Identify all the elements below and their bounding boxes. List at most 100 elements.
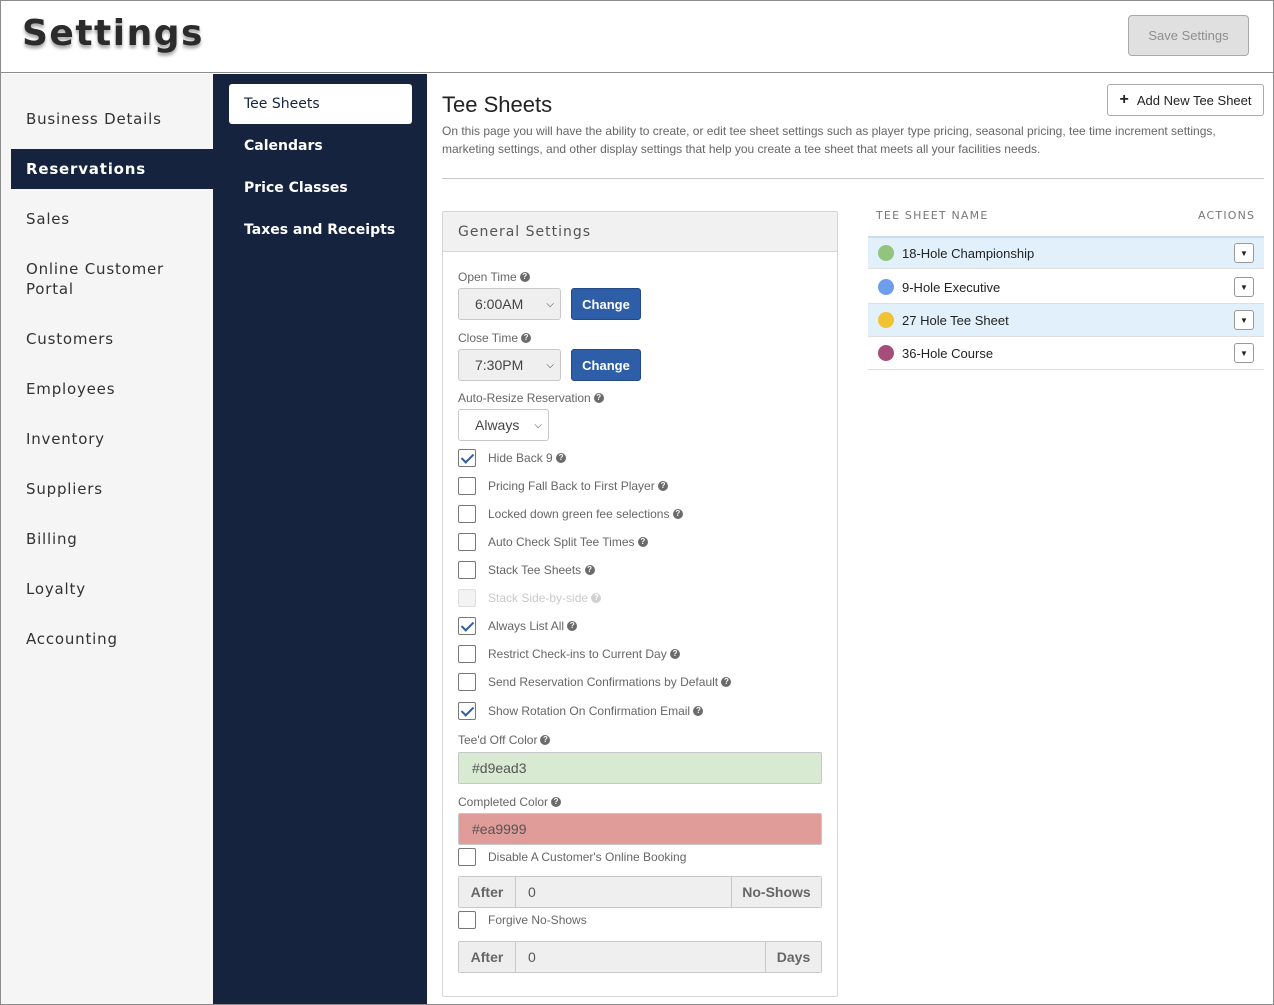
forgive-days-input[interactable]: 0: [516, 942, 765, 972]
sidebar-item-billing[interactable]: Billing: [11, 529, 214, 549]
help-icon[interactable]: ?: [670, 649, 681, 659]
checkbox-disable-online-booking[interactable]: Disable A Customer's Online Booking: [458, 848, 686, 866]
subnav-item-calendars[interactable]: Calendars: [229, 126, 412, 166]
help-icon[interactable]: ?: [567, 621, 578, 631]
checkbox-forgive-no-shows[interactable]: Forgive No-Shows: [458, 911, 587, 929]
checkbox-hide-back-9[interactable]: Hide Back 9 ?: [458, 449, 567, 467]
sidebar-item-sales[interactable]: Sales: [11, 209, 214, 229]
checkbox-stack-tee-sheets[interactable]: Stack Tee Sheets ?: [458, 561, 595, 579]
general-settings-heading: General Settings: [443, 212, 837, 252]
actions-dropdown-button[interactable]: ▼: [1234, 343, 1254, 363]
forgive-days-input-group: After 0 Days: [458, 941, 822, 973]
open-time-label: Open Time ?: [458, 270, 530, 284]
checkbox-locked-green-fee[interactable]: Locked down green fee selections ?: [458, 505, 683, 523]
sidebar-item-suppliers[interactable]: Suppliers: [11, 479, 214, 499]
sidebar-item-loyalty[interactable]: Loyalty: [11, 579, 214, 599]
checkbox[interactable]: [458, 911, 476, 929]
checkbox-label: Send Reservation Confirmations by Defaul…: [488, 675, 719, 689]
help-icon[interactable]: ?: [540, 735, 551, 745]
sidebar-item-business-details[interactable]: Business Details: [11, 109, 214, 129]
sidebar-item-employees[interactable]: Employees: [11, 379, 214, 399]
checkbox[interactable]: [458, 449, 476, 467]
add-new-tee-sheet-label: Add New Tee Sheet: [1136, 92, 1252, 108]
table-row[interactable]: 18-Hole Championship ▼: [868, 236, 1264, 269]
checkbox-stack-side-by-side: Stack Side-by-side ?: [458, 589, 602, 607]
chevron-down-icon: ⌵: [534, 419, 542, 431]
tee-sheet-name: 9-Hole Executive: [902, 279, 1001, 295]
help-icon[interactable]: ?: [521, 333, 532, 343]
help-icon[interactable]: ?: [637, 537, 648, 547]
help-icon[interactable]: ?: [551, 797, 562, 807]
sidebar-item-accounting[interactable]: Accounting: [11, 629, 214, 649]
section-description: On this page you will have the ability t…: [442, 124, 1216, 156]
help-icon: ?: [591, 593, 602, 603]
sidebar-item-customers[interactable]: Customers: [11, 329, 214, 349]
checkbox[interactable]: [458, 561, 476, 579]
help-icon[interactable]: ?: [672, 509, 683, 519]
table-row[interactable]: 9-Hole Executive ▼: [868, 271, 1264, 304]
actions-dropdown-button[interactable]: ▼: [1234, 243, 1254, 263]
checkbox-label: Show Rotation On Confirmation Email: [488, 704, 691, 718]
checkbox-always-list-all[interactable]: Always List All ?: [458, 617, 578, 635]
add-new-tee-sheet-button[interactable]: + Add New Tee Sheet: [1107, 84, 1264, 116]
actions-dropdown-button[interactable]: ▼: [1234, 310, 1254, 330]
table-header-name: TEE SHEET NAME: [876, 209, 989, 222]
checkbox[interactable]: [458, 848, 476, 866]
color-dot-icon: [878, 312, 894, 328]
forgive-days-suffix-addon: Days: [765, 942, 821, 972]
divider: [442, 178, 1264, 179]
help-icon[interactable]: ?: [556, 453, 567, 463]
subnav-item-price-classes[interactable]: Price Classes: [229, 168, 412, 208]
checkbox-label: Locked down green fee selections: [488, 507, 670, 521]
checkbox-send-confirmations[interactable]: Send Reservation Confirmations by Defaul…: [458, 673, 732, 691]
no-shows-suffix-addon: No-Shows: [731, 877, 821, 907]
caret-down-icon: ▼: [1240, 282, 1248, 292]
help-icon[interactable]: ?: [519, 272, 530, 282]
checkbox[interactable]: [458, 477, 476, 495]
table-header-actions: ACTIONS: [1198, 209, 1256, 222]
header-bar: Settings Save Settings: [1, 1, 1273, 73]
checkbox[interactable]: [458, 533, 476, 551]
close-time-label-text: Close Time: [458, 331, 519, 345]
no-shows-count-input[interactable]: 0: [516, 877, 731, 907]
actions-dropdown-button[interactable]: ▼: [1234, 277, 1254, 297]
tee-sheet-name: 36-Hole Course: [902, 345, 994, 361]
tee-sheet-name: 18-Hole Championship: [902, 245, 1035, 261]
sidebar-item-reservations[interactable]: Reservations: [11, 149, 214, 189]
table-row[interactable]: 36-Hole Course ▼: [868, 337, 1264, 370]
open-time-select[interactable]: 6:00AM ⌵: [458, 288, 561, 320]
subnav-item-taxes-and-receipts[interactable]: Taxes and Receipts: [229, 210, 412, 250]
section-title: Tee Sheets: [442, 92, 553, 117]
close-time-change-button[interactable]: Change: [571, 349, 641, 381]
close-time-select[interactable]: 7:30PM ⌵: [458, 349, 561, 381]
checkbox-pricing-fall-back[interactable]: Pricing Fall Back to First Player ?: [458, 477, 669, 495]
help-icon[interactable]: ?: [593, 393, 604, 403]
color-dot-icon: [878, 245, 894, 261]
table-row[interactable]: 27 Hole Tee Sheet ▼: [868, 304, 1264, 337]
help-icon[interactable]: ?: [658, 481, 669, 491]
checkbox[interactable]: [458, 645, 476, 663]
open-time-change-button[interactable]: Change: [571, 288, 641, 320]
sidebar-item-online-customer-portal[interactable]: Online Customer Portal: [11, 259, 201, 299]
save-settings-button[interactable]: Save Settings: [1128, 15, 1249, 56]
teed-off-color-input[interactable]: #d9ead3: [458, 752, 822, 784]
checkbox[interactable]: [458, 505, 476, 523]
sidebar-item-inventory[interactable]: Inventory: [11, 429, 214, 449]
color-dot-icon: [878, 345, 894, 361]
help-icon[interactable]: ?: [721, 677, 732, 687]
checkbox[interactable]: [458, 617, 476, 635]
checkbox-auto-check-split[interactable]: Auto Check Split Tee Times ?: [458, 533, 648, 551]
checkbox-restrict-check-ins[interactable]: Restrict Check-ins to Current Day ?: [458, 645, 681, 663]
checkbox[interactable]: [458, 673, 476, 691]
subnav-item-tee-sheets[interactable]: Tee Sheets: [229, 84, 412, 124]
auto-resize-select[interactable]: Always ⌵: [458, 409, 549, 441]
open-time-value: 6:00AM: [475, 296, 524, 312]
checkbox-label: Stack Tee Sheets: [488, 563, 582, 577]
completed-color-input[interactable]: #ea9999: [458, 813, 822, 845]
help-icon[interactable]: ?: [693, 706, 704, 716]
checkbox: [458, 589, 476, 607]
help-icon[interactable]: ?: [584, 565, 595, 575]
checkbox[interactable]: [458, 702, 476, 720]
close-time-label: Close Time ?: [458, 331, 532, 345]
checkbox-show-rotation[interactable]: Show Rotation On Confirmation Email ?: [458, 702, 704, 720]
